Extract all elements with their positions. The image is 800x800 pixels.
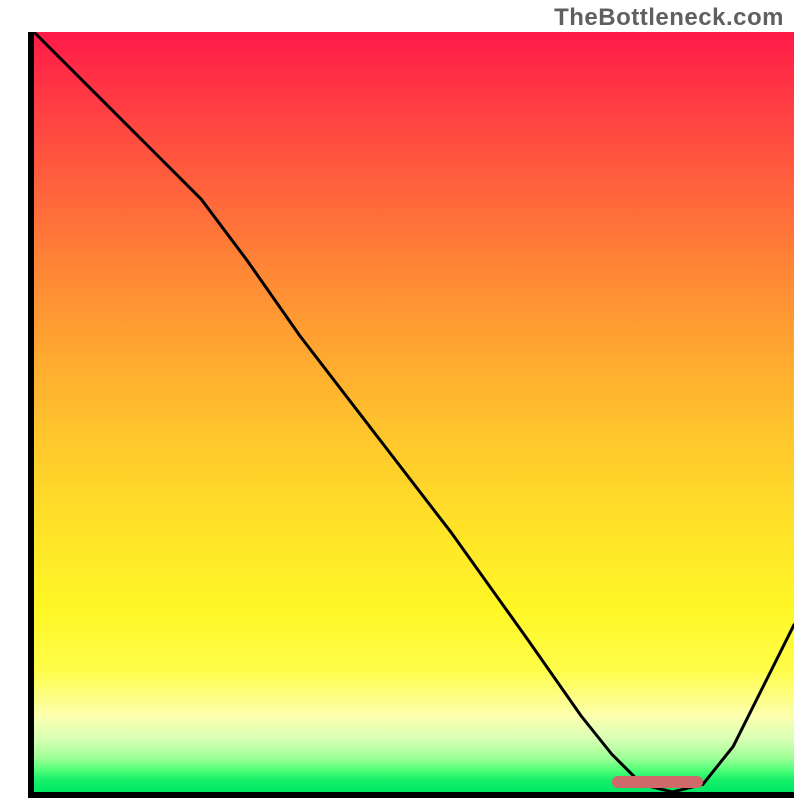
watermark-text: TheBottleneck.com: [554, 4, 784, 32]
optimal-range-marker: [612, 776, 703, 788]
plot-axes: [28, 32, 794, 798]
plot-area: [34, 32, 794, 792]
bottleneck-curve: [34, 32, 794, 792]
chart-container: TheBottleneck.com: [0, 0, 800, 800]
